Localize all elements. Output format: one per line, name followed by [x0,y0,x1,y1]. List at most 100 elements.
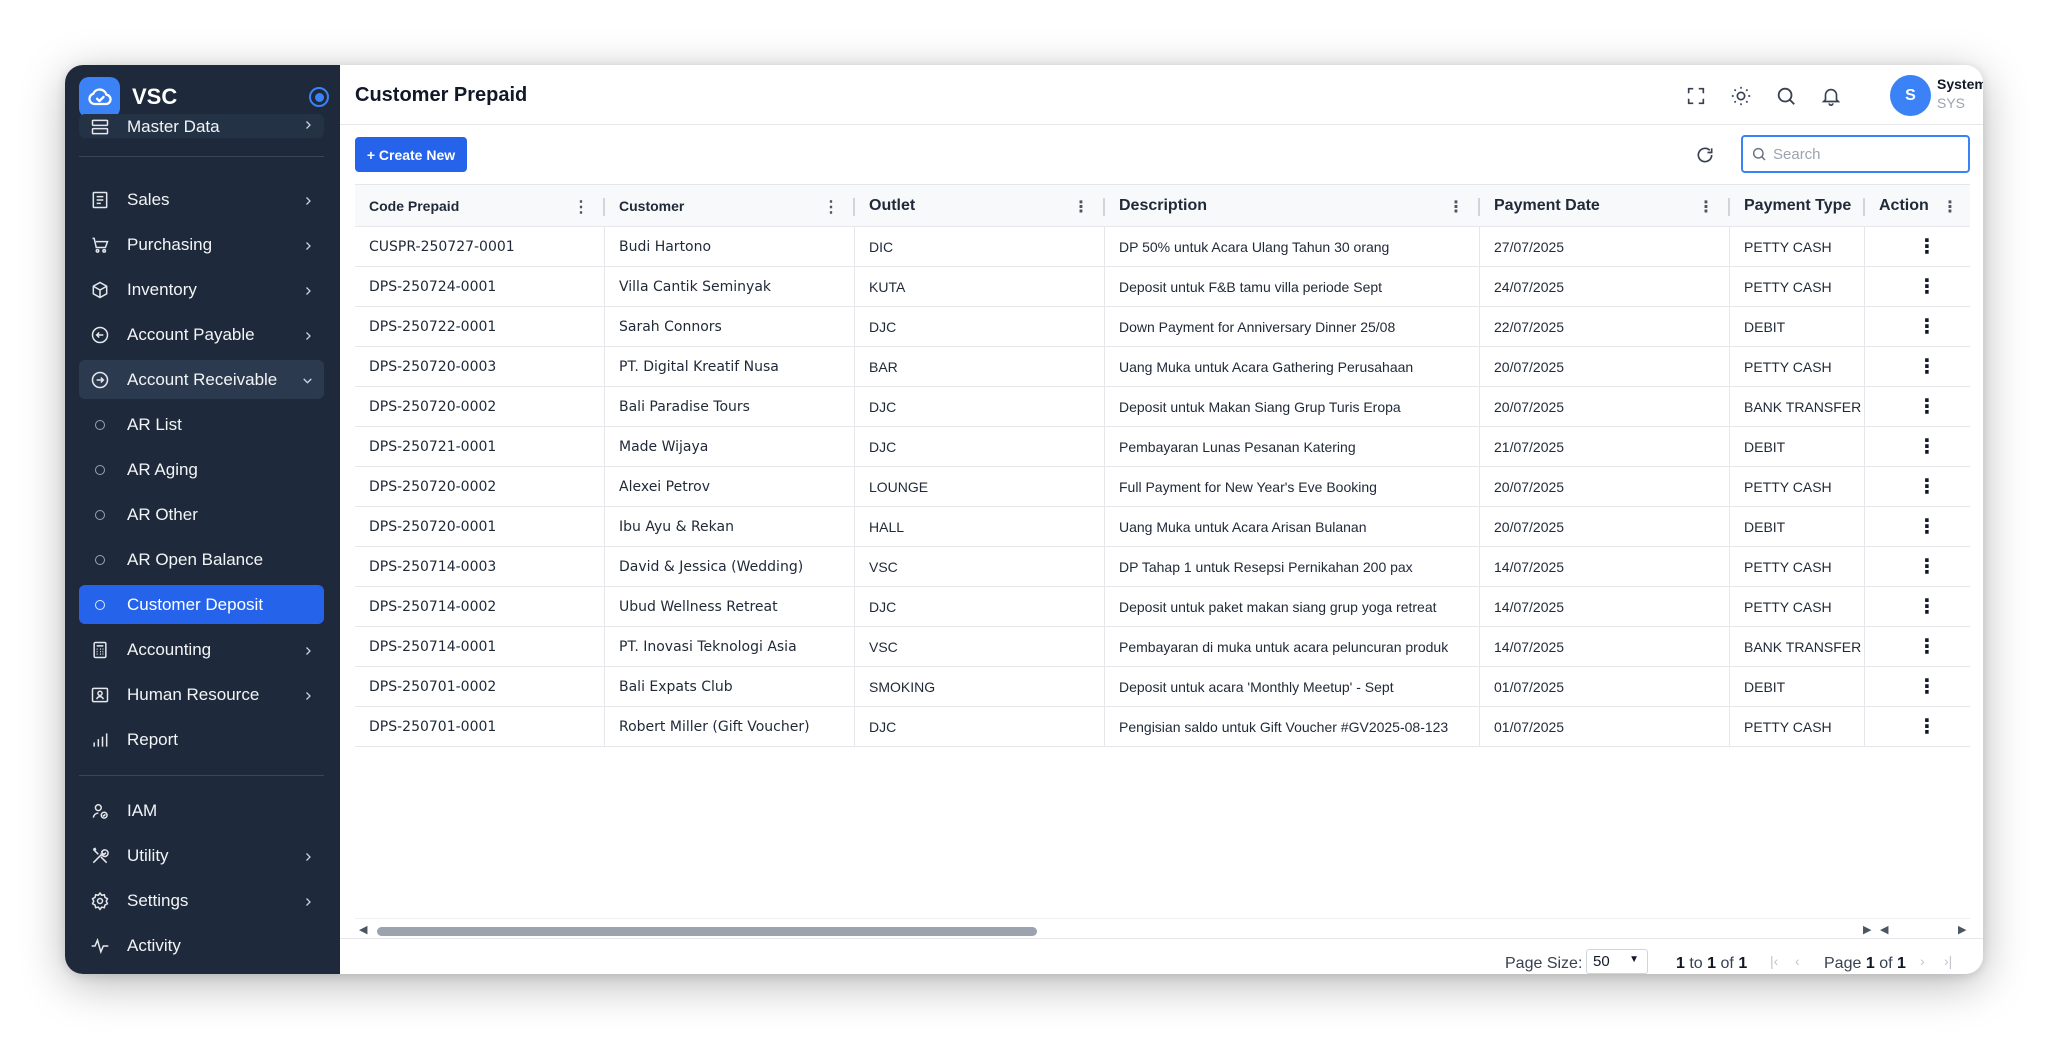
column-menu-icon[interactable]: ⋮ [1073,197,1089,217]
column-header[interactable]: Description ⋮ [1105,185,1480,226]
refresh-icon[interactable] [1692,142,1718,168]
outlet-cell: DJC [855,387,1105,426]
more-vertical-icon[interactable]: ⋮ [1917,514,1937,539]
user-code: SYS [1937,95,1966,111]
sun-icon[interactable] [1728,83,1754,109]
chevron-right-icon [302,327,314,347]
chevron-right-icon [302,192,314,212]
table-row[interactable]: CUSPR-250727-0001 Budi Hartono DIC DP 50% u… [355,227,1970,267]
create-new-button[interactable]: + Create New [355,137,467,172]
more-vertical-icon[interactable]: ⋮ [1917,714,1937,739]
more-vertical-icon[interactable]: ⋮ [1917,554,1937,579]
previous-page-icon[interactable]: ‹ [1795,953,1800,969]
sidebar-item-ar-other[interactable]: AR Other [79,495,324,534]
description-cell: Deposit untuk F&B tamu villa periode Sep… [1105,267,1480,306]
column-menu-icon[interactable]: ⋮ [573,197,589,217]
column-header[interactable]: Outlet ⋮ [855,185,1105,226]
fullscreen-icon[interactable] [1683,83,1709,109]
circle-icon [95,554,105,565]
box-icon [89,279,111,301]
action-cell: ⋮ [1865,587,1970,626]
scroll-right-icon[interactable]: ▶ [1958,923,1966,936]
table-row[interactable]: DPS-250720-0002 Bali Paradise Tours DJC Dep… [355,387,1970,427]
more-vertical-icon[interactable]: ⋮ [1917,674,1937,699]
avatar[interactable]: S [1890,75,1931,116]
range-total: 1 [1738,955,1748,972]
scroll-left-icon[interactable]: ◀ [359,923,367,936]
page-current: 1 [1865,955,1875,972]
customer-cell: Ubud Wellness Retreat [605,587,855,626]
search-field[interactable] [1741,135,1970,173]
table-row[interactable]: DPS-250720-0002 Alexei Petrov LOUNGE Full P… [355,467,1970,507]
sidebar-item-inventory[interactable]: Inventory [79,270,324,309]
sidebar-item-ar-open-balance[interactable]: AR Open Balance [79,540,324,579]
chevron-right-icon [302,687,314,707]
action-cell: ⋮ [1865,627,1970,666]
more-vertical-icon[interactable]: ⋮ [1917,354,1937,379]
table-row[interactable]: DPS-250714-0002 Ubud Wellness Retreat DJC D… [355,587,1970,627]
sidebar-item-master-data[interactable]: Master Data [79,114,324,138]
scrollbar-thumb[interactable] [377,927,1037,936]
outlet-cell: DJC [855,307,1105,346]
more-vertical-icon[interactable]: ⋮ [1917,394,1937,419]
table-row[interactable]: DPS-250720-0003 PT. Digital Kreatif Nusa B… [355,347,1970,387]
sidebar-item-purchasing[interactable]: Purchasing [79,225,324,264]
more-vertical-icon[interactable]: ⋮ [1917,474,1937,499]
outlet-cell: DIC [855,227,1105,266]
sidebar-item-label: Inventory [127,279,197,299]
range-to: 1 [1707,955,1717,972]
table-row[interactable]: DPS-250720-0001 Ibu Ayu & Rekan HALL Uang M… [355,507,1970,547]
sidebar-item-human-resource[interactable]: Human Resource [79,675,324,714]
last-page-icon[interactable]: ›| [1944,953,1952,969]
table-row[interactable]: DPS-250714-0001 PT. Inovasi Teknologi Asi… [355,627,1970,667]
sidebar-item-account-receivable[interactable]: Account Receivable [79,360,324,399]
column-menu-icon[interactable]: ⋮ [823,197,839,217]
sidebar-item-account-payable[interactable]: Account Payable [79,315,324,354]
more-vertical-icon[interactable]: ⋮ [1917,234,1937,259]
more-vertical-icon[interactable]: ⋮ [1917,434,1937,459]
more-vertical-icon[interactable]: ⋮ [1917,594,1937,619]
bell-icon[interactable] [1818,83,1844,109]
customer-cell: Ibu Ayu & Rekan [605,507,855,546]
column-header[interactable]: Payment Type [1730,185,1865,226]
column-header[interactable]: Code Prepaid ⋮ [355,185,605,226]
column-menu-icon[interactable]: ⋮ [1942,197,1958,217]
table-row[interactable]: DPS-250714-0003 David & Jessica (Wedding)… [355,547,1970,587]
sidebar-item-activity[interactable]: Activity [79,926,324,965]
horizontal-scrollbar[interactable]: ◀ ▶ ◀ ▶ [355,918,1970,938]
table-row[interactable]: DPS-250722-0001 Sarah Connors DJC Down Paym… [355,307,1970,347]
sidebar-item-accounting[interactable]: Accounting [79,630,324,669]
sidebar-item-label: Accounting [127,639,212,659]
outlet-cell: VSC [855,627,1105,666]
column-menu-icon[interactable]: ⋮ [1698,197,1714,217]
table-row[interactable]: DPS-250721-0001 Made Wijaya DJC Pembayaran … [355,427,1970,467]
sidebar-item-customer-deposit[interactable]: Customer Deposit [79,585,324,624]
scroll-left-icon[interactable]: ◀ [1880,923,1888,936]
sidebar-toggle-icon[interactable] [309,87,329,107]
sidebar-item-utility[interactable]: Utility [79,836,324,875]
sidebar-item-sales[interactable]: Sales [79,180,324,219]
column-header[interactable]: Customer ⋮ [605,185,855,226]
sidebar-item-iam[interactable]: IAM [79,791,324,830]
first-page-icon[interactable]: |‹ [1770,953,1778,969]
more-vertical-icon[interactable]: ⋮ [1917,274,1937,299]
sidebar-item-ar-aging[interactable]: AR Aging [79,450,324,489]
table-row[interactable]: DPS-250701-0002 Bali Expats Club SMOKING De… [355,667,1970,707]
table-row[interactable]: DPS-250701-0001 Robert Miller (Gift Vouch… [355,707,1970,747]
sidebar-item-ar-list[interactable]: AR List [79,405,324,444]
payment-date-cell: 20/07/2025 [1480,467,1730,506]
column-header[interactable]: Action ⋮ [1865,185,1970,226]
column-header[interactable]: Payment Date ⋮ [1480,185,1730,226]
more-vertical-icon[interactable]: ⋮ [1917,314,1937,339]
sidebar-item-report[interactable]: Report [79,720,324,759]
sidebar-divider [79,775,324,776]
sidebar-item-settings[interactable]: Settings [79,881,324,920]
column-menu-icon[interactable]: ⋮ [1448,197,1464,217]
next-page-icon[interactable]: › [1920,953,1925,969]
search-input[interactable] [1773,145,1963,163]
search-icon[interactable] [1773,83,1799,109]
scroll-right-icon[interactable]: ▶ [1863,923,1871,936]
more-vertical-icon[interactable]: ⋮ [1917,634,1937,659]
page-size-select[interactable]: 50 ▼ [1586,949,1648,974]
table-row[interactable]: DPS-250724-0001 Villa Cantik Seminyak KUTA… [355,267,1970,307]
